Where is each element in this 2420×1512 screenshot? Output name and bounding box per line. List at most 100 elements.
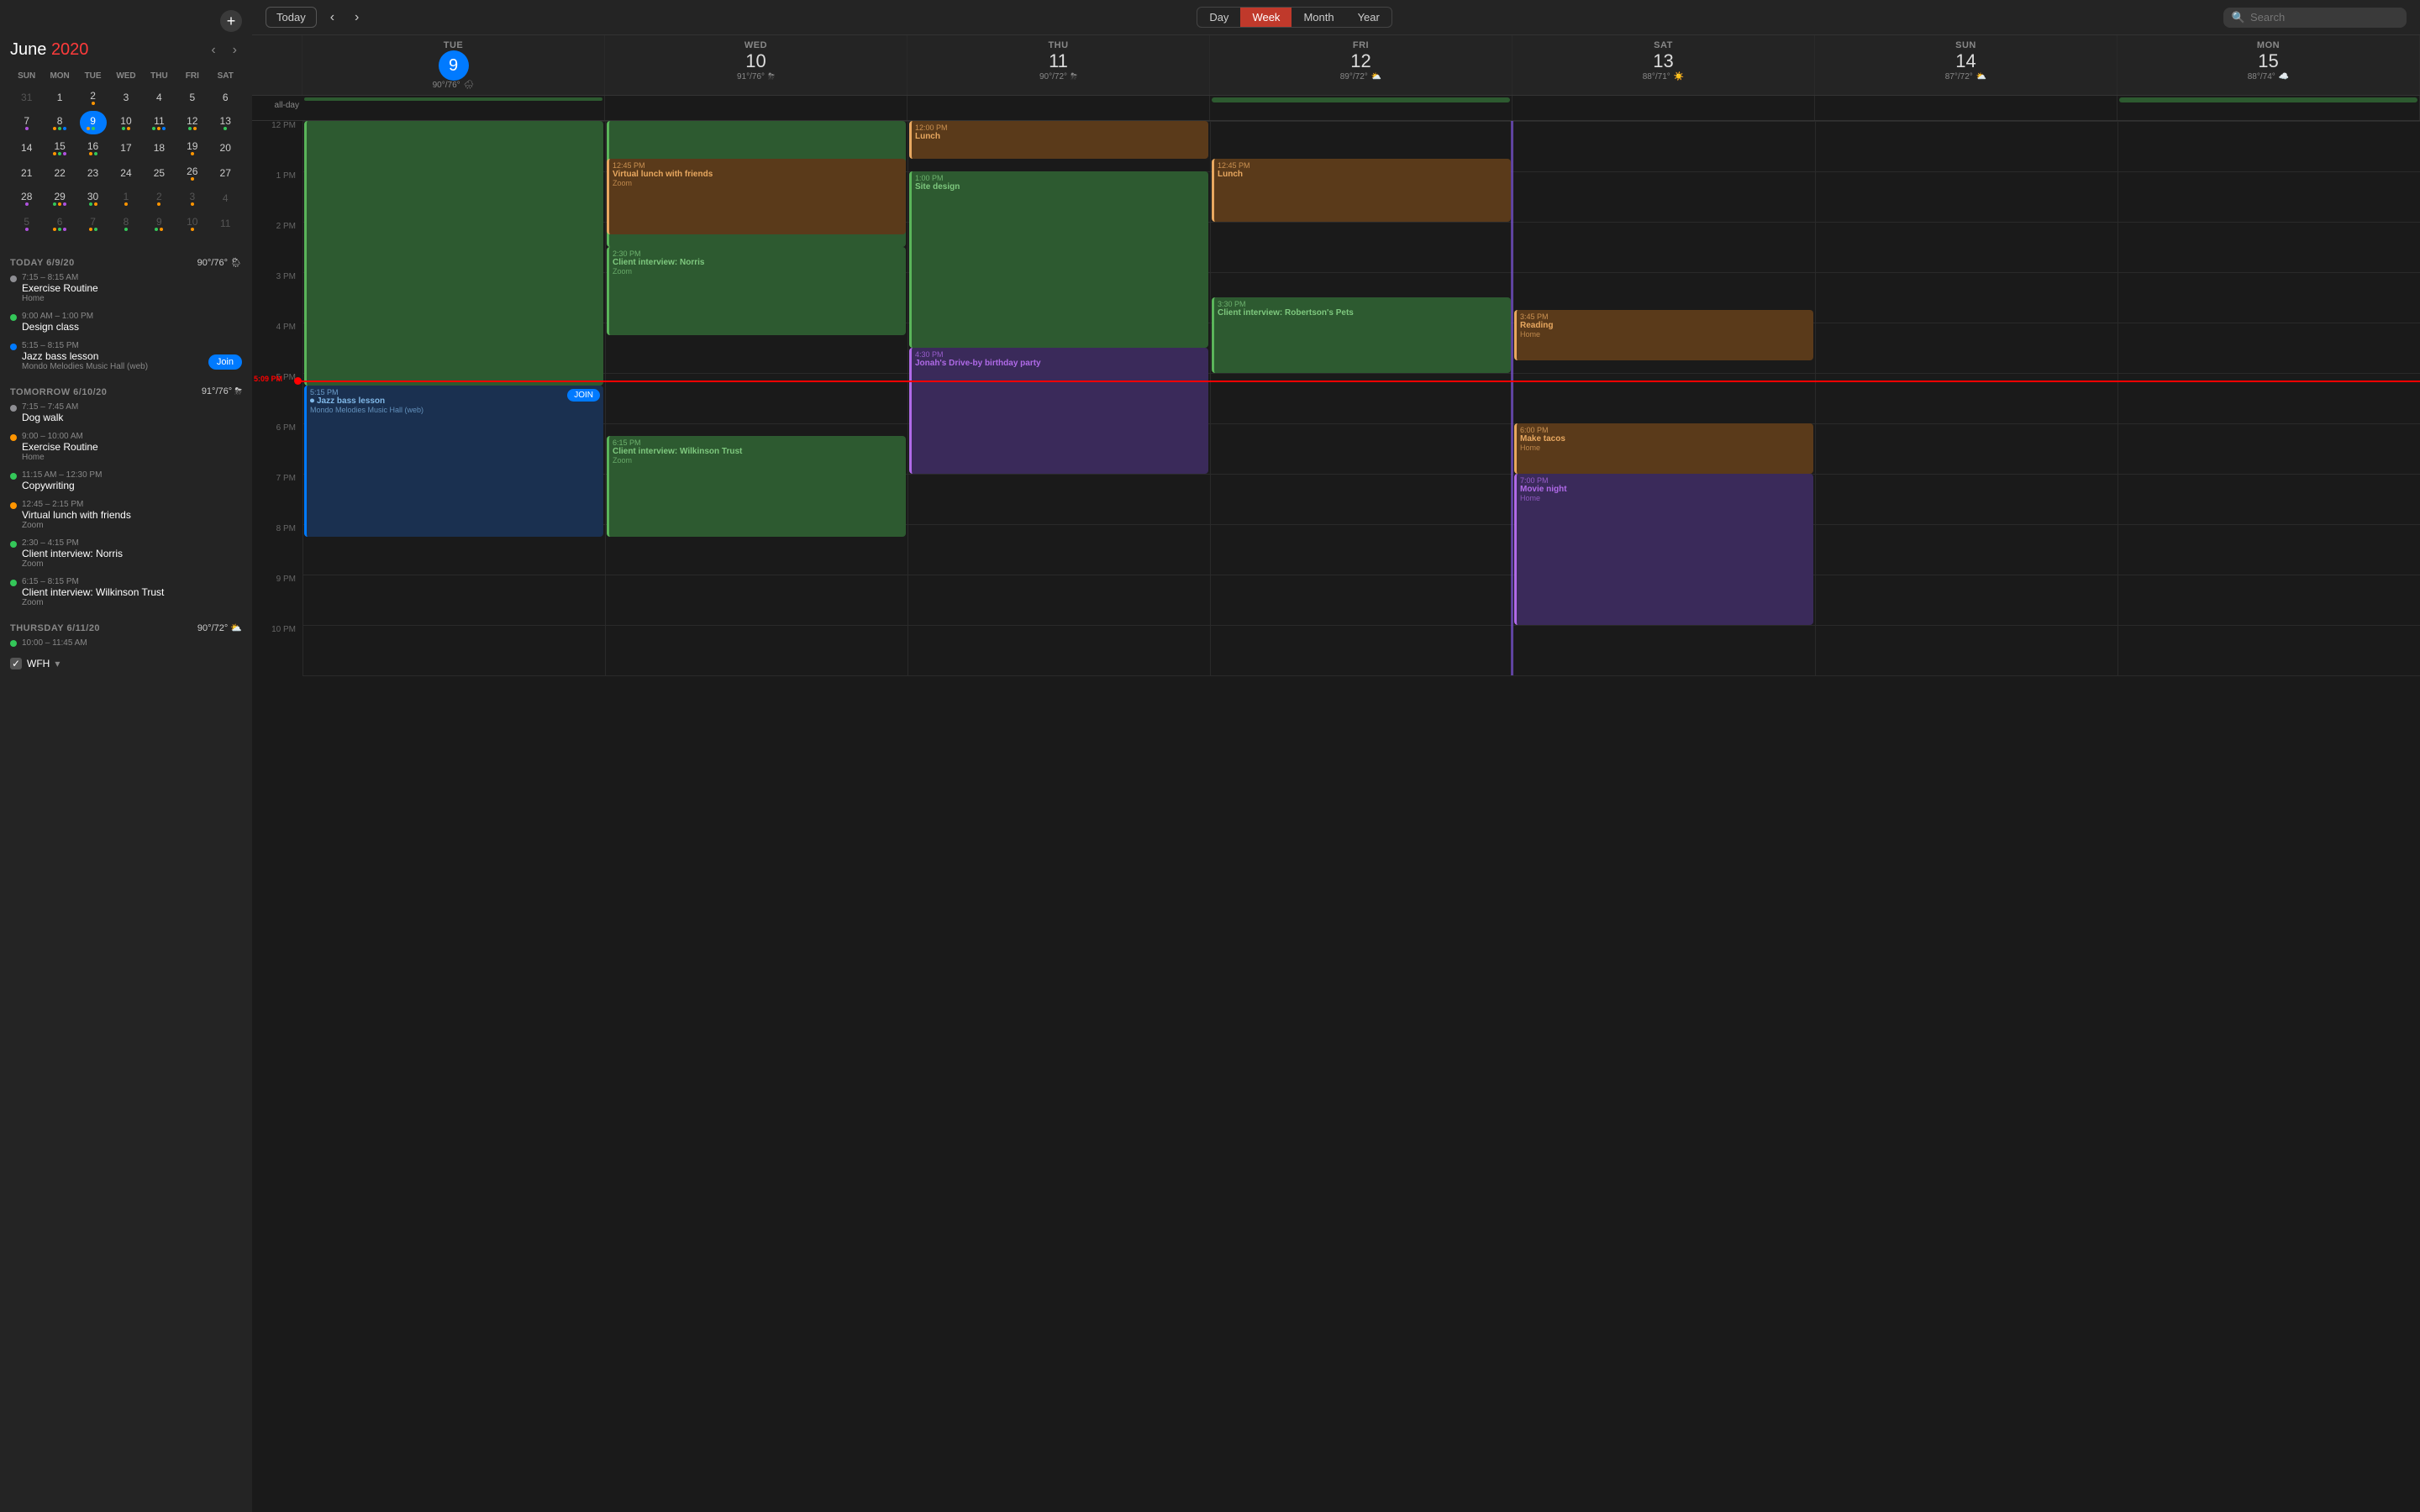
mini-cal-day[interactable]: 15 (46, 136, 73, 160)
mini-cal-day[interactable]: 11 (145, 111, 172, 134)
list-item: 5:15 – 8:15 PMJazz bass lessonMondo Melo… (10, 339, 242, 373)
calendar-event[interactable]: 2:30 PMClient interview: NorrisZoom (607, 247, 906, 335)
mini-cal-day[interactable]: 2 (145, 186, 172, 210)
mini-cal-day[interactable]: 27 (212, 161, 239, 185)
today-button[interactable]: Today (266, 7, 317, 28)
prev-month-button[interactable]: ‹ (206, 41, 220, 60)
hour-line (302, 625, 2420, 626)
calendar-event[interactable]: 5:15 PM⏺Jazz bass lessonMondo Melodies M… (304, 386, 603, 537)
mini-cal-day[interactable]: 30 (80, 186, 107, 210)
mini-cal-day[interactable]: 10 (179, 212, 206, 235)
mini-cal-day[interactable]: 23 (80, 161, 107, 185)
toolbar: Today ‹ › Day Week Month Year 🔍 (252, 0, 2420, 35)
mini-cal-day[interactable]: 17 (113, 136, 139, 160)
calendar-event[interactable]: 6:00 PMMake tacosHome (1514, 423, 1813, 474)
calendar-event[interactable]: 7:00 PMMovie nightHome (1514, 474, 1813, 625)
mini-cal-day[interactable]: 6 (212, 86, 239, 109)
next-week-button[interactable]: › (348, 8, 366, 28)
calendar-event[interactable]: 12:00 PMLunch (909, 121, 1208, 159)
day-view-button[interactable]: Day (1197, 8, 1240, 27)
mini-cal-day[interactable]: 13 (212, 111, 239, 134)
mini-cal-day[interactable]: 5 (13, 212, 40, 235)
event-location: Zoom (22, 559, 242, 569)
allday-event[interactable] (2119, 97, 2417, 102)
event-name: Dog walk (22, 412, 242, 423)
mini-cal-day[interactable]: 3 (179, 186, 206, 210)
mini-cal-day[interactable]: 20 (212, 136, 239, 160)
calendar-event[interactable]: 6:15 PMClient interview: Wilkinson Trust… (607, 436, 906, 537)
calendar-event[interactable] (304, 121, 603, 386)
allday-event[interactable] (1212, 97, 1510, 102)
mini-cal-day[interactable]: 31 (13, 86, 40, 109)
today-num[interactable]: 9 (439, 50, 469, 81)
mini-cal-day[interactable]: 1 (113, 186, 139, 210)
mini-cal-day[interactable]: 19 (179, 136, 206, 160)
calendar-event[interactable]: 12:45 PMVirtual lunch with friendsZoom (607, 159, 906, 234)
mini-cal-day[interactable]: 14 (13, 136, 40, 160)
wfh-dropdown[interactable]: ▾ (55, 658, 60, 669)
week-view-button[interactable]: Week (1240, 8, 1292, 27)
calendar-event[interactable]: 12:45 PMLunch (1212, 159, 1511, 222)
calendar-event[interactable]: 4:30 PMJonah's Drive-by birthday party (909, 348, 1208, 474)
event-location: Zoom (22, 598, 242, 607)
calendar-event[interactable]: 3:45 PMReadingHome (1514, 310, 1813, 360)
mini-cal-day[interactable]: 1 (46, 86, 73, 109)
col-divider (605, 121, 606, 675)
mini-cal-day[interactable]: 9 (80, 111, 107, 134)
mini-cal-day[interactable]: 8 (113, 212, 139, 235)
mini-cal-day[interactable]: 26 (179, 161, 206, 185)
mini-cal-day[interactable]: 8 (46, 111, 73, 134)
event-location: Home (22, 294, 242, 303)
mini-cal-day[interactable]: 29 (46, 186, 73, 210)
event-time: 7:15 – 8:15 AM (22, 273, 242, 282)
next-month-button[interactable]: › (228, 41, 242, 60)
mini-cal-day[interactable]: 16 (80, 136, 107, 160)
join-button[interactable]: Join (208, 354, 242, 370)
mini-cal-day[interactable]: 9 (145, 212, 172, 235)
mini-cal-day[interactable]: 28 (13, 186, 40, 210)
calendar-event[interactable]: 3:30 PMClient interview: Robertson's Pet… (1212, 297, 1511, 373)
month-view-button[interactable]: Month (1292, 8, 1345, 27)
allday-cell-sun (1815, 96, 2118, 120)
mini-cal-day[interactable]: 12 (179, 111, 206, 134)
search-input[interactable] (2250, 11, 2398, 24)
tomorrow-weather: 91°/76° ⛈ (202, 386, 242, 397)
mini-cal-day[interactable]: 25 (145, 161, 172, 185)
event-name: Virtual lunch with friends (22, 509, 242, 521)
mini-cal-day[interactable]: 11 (212, 212, 239, 235)
mini-cal-day[interactable]: 24 (113, 161, 139, 185)
mini-cal-day[interactable]: 4 (212, 186, 239, 210)
hour-line (302, 423, 2420, 424)
video-icon: ⏺ (310, 396, 314, 406)
allday-event[interactable] (304, 97, 602, 101)
mini-cal-day[interactable]: 2 (80, 86, 107, 109)
time-label: 2 PM (252, 222, 301, 231)
join-button[interactable]: JOIN (567, 389, 600, 402)
mini-cal-day[interactable]: 18 (145, 136, 172, 160)
calendar-event[interactable]: 1:00 PMSite design (909, 171, 1208, 348)
event-time-label: 1:00 PM (915, 174, 1205, 182)
mini-cal-day[interactable]: 22 (46, 161, 73, 185)
wfh-checkbox[interactable]: ✓ (10, 658, 22, 669)
tomorrow-events-list: 7:15 – 7:45 AMDog walk9:00 – 10:00 AMExe… (10, 401, 242, 614)
mini-cal-day[interactable]: 6 (46, 212, 73, 235)
mini-cal-day[interactable]: 5 (179, 86, 206, 109)
event-color-dot (10, 314, 17, 321)
event-time: 6:15 – 8:15 PM (22, 577, 242, 586)
new-event-button[interactable]: + (220, 10, 242, 32)
mini-cal-day[interactable]: 4 (145, 86, 172, 109)
event-time: 10:00 – 11:45 AM (22, 638, 242, 648)
event-color-dot (10, 405, 17, 412)
allday-cell-thu (908, 96, 1210, 120)
list-item: 9:00 AM – 1:00 PMDesign class (10, 310, 242, 334)
list-item: 9:00 – 10:00 AMExercise RoutineHome (10, 430, 242, 464)
prev-week-button[interactable]: ‹ (324, 8, 341, 28)
mini-cal-day[interactable]: 3 (113, 86, 139, 109)
mini-cal-day[interactable]: 7 (80, 212, 107, 235)
year-view-button[interactable]: Year (1346, 8, 1392, 27)
list-item: 10:00 – 11:45 AM (10, 637, 242, 649)
mini-cal-day[interactable]: 10 (113, 111, 139, 134)
mini-cal-day[interactable]: 21 (13, 161, 40, 185)
mini-cal-day[interactable]: 7 (13, 111, 40, 134)
month-nav: ‹ › (206, 41, 242, 60)
